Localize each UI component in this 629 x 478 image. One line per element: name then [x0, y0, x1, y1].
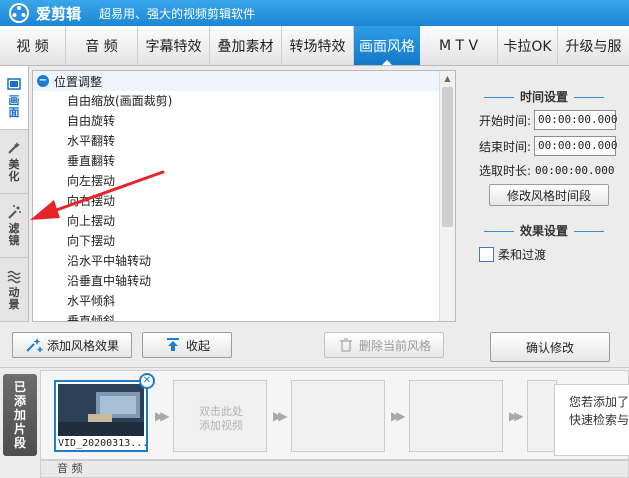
collapse-button[interactable]: 收起: [142, 332, 232, 358]
effect-list-panel: − 位置调整 自由缩放(画面裁剪) 自由旋转 水平翻转 垂直翻转 向左摆动 向右…: [32, 70, 456, 322]
soft-transition-checkbox[interactable]: [479, 247, 494, 262]
effect-item[interactable]: 自由缩放(画面裁剪): [33, 91, 455, 111]
audio-track-label: 音 频: [40, 460, 629, 478]
main-menu-bar: 视 频 音 频 字幕特效 叠加素材 转场特效 画面风格 M T V 卡拉OK 升…: [0, 26, 629, 66]
side-tab-motion-scene[interactable]: 动景: [0, 258, 28, 322]
clip-sequence-arrow-icon: ▶▶: [155, 409, 170, 423]
time-settings-title: 时间设置: [459, 88, 629, 105]
effect-settings-title: 效果设置: [459, 222, 629, 239]
tab-video[interactable]: 视 频: [0, 26, 66, 65]
effect-item[interactable]: 沿垂直中轴转动: [33, 271, 455, 291]
waves-icon: [7, 270, 21, 284]
effect-item[interactable]: 水平倾斜: [33, 291, 455, 311]
side-tab-beautify[interactable]: 美化: [0, 130, 28, 194]
add-style-effect-label: 添加风格效果: [46, 338, 119, 353]
tab-karaoke[interactable]: 卡拉OK: [498, 26, 558, 65]
effect-item[interactable]: 向上摆动: [33, 211, 455, 231]
start-time-label: 开始时间:: [479, 113, 532, 128]
tab-audio[interactable]: 音 频: [66, 26, 138, 65]
clip-sequence-arrow-icon: ▶▶: [509, 409, 524, 423]
empty-clip-slot[interactable]: [409, 380, 503, 452]
effect-item[interactable]: 向右摆动: [33, 191, 455, 211]
duration-value: 00:00:00.000: [535, 164, 615, 177]
added-clips-label: 已添加片段: [13, 380, 26, 450]
clip-file-name: VID_20200313...: [58, 438, 149, 449]
end-time-input[interactable]: 00:00:00.000: [534, 136, 618, 156]
effect-item[interactable]: 沿水平中轴转动: [33, 251, 455, 271]
effect-item[interactable]: 水平翻转: [33, 131, 455, 151]
modify-style-time-button[interactable]: 修改风格时间段: [489, 184, 609, 206]
empty-clip-slot[interactable]: [291, 380, 385, 452]
side-tab-picture[interactable]: 画面: [0, 66, 28, 130]
delete-current-style-label: 删除当前风格: [358, 338, 431, 353]
collapse-label: 收起: [185, 338, 210, 353]
add-magic-icon: [26, 338, 43, 352]
delete-current-style-button[interactable]: 删除当前风格: [324, 332, 444, 358]
clip-item[interactable]: VID_20200313... ✕: [54, 373, 155, 452]
empty-clip-hint: 双击此处 添加视频: [199, 405, 243, 432]
soft-transition-row[interactable]: 柔和过渡: [479, 246, 546, 263]
effect-item[interactable]: 垂直倾斜: [33, 311, 455, 321]
confirm-modify-button[interactable]: 确认修改: [490, 332, 610, 362]
magic-brush-icon: [8, 142, 20, 154]
empty-clip-slot[interactable]: [527, 380, 557, 452]
effect-group-label: 位置调整: [54, 74, 103, 89]
scroll-thumb[interactable]: [442, 87, 453, 227]
end-time-row: 结束时间: 00:00:00.000: [479, 136, 618, 156]
add-style-effect-button[interactable]: 添加风格效果: [12, 332, 132, 358]
tab-subtitle-effects[interactable]: 字幕特效: [138, 26, 210, 65]
effect-item[interactable]: 自由旋转: [33, 111, 455, 131]
soft-transition-label: 柔和过渡: [498, 248, 547, 262]
style-category-tabs: 画面 美化 滤镜 动景: [0, 66, 29, 322]
effect-group-header[interactable]: − 位置调整: [33, 71, 455, 91]
tab-overlay-materials[interactable]: 叠加素材: [210, 26, 282, 65]
effect-item[interactable]: 向左摆动: [33, 171, 455, 191]
end-time-label: 结束时间:: [479, 139, 532, 154]
collapse-minus-icon[interactable]: −: [37, 75, 49, 87]
trash-icon: [339, 338, 352, 352]
title-bar: 爱剪辑 超易用、强大的视频剪辑软件: [0, 0, 629, 26]
remove-clip-close-icon[interactable]: ✕: [139, 373, 155, 389]
side-tab-filter[interactable]: 滤镜: [0, 194, 28, 258]
added-clips-tab[interactable]: 已添加片段: [3, 374, 37, 456]
app-name: 爱剪辑: [36, 4, 82, 23]
tab-upgrade-service[interactable]: 升级与服: [558, 26, 629, 65]
tab-mtv[interactable]: M T V: [420, 26, 498, 65]
side-tab-label: 滤镜: [8, 222, 20, 247]
hint-tooltip: 您若添加了 快速检索与: [554, 384, 629, 456]
effect-item[interactable]: 垂直翻转: [33, 151, 455, 171]
empty-clip-slot[interactable]: 双击此处 添加视频: [173, 380, 267, 452]
clip-thumbnail: [58, 384, 144, 436]
side-tab-label: 动景: [8, 286, 20, 311]
clips-timeline: VID_20200313... ✕ ▶▶ 双击此处 添加视频 ▶▶ ▶▶ ▶▶: [40, 370, 629, 460]
magic-wand-icon: [8, 205, 21, 219]
settings-panel: 时间设置 开始时间: 00:00:00.000 结束时间: 00:00:00.0…: [459, 70, 629, 322]
clip-sequence-arrow-icon: ▶▶: [273, 409, 288, 423]
app-logo-icon: [9, 3, 29, 23]
collapse-arrow-icon: [166, 338, 179, 351]
scroll-up-arrow-icon[interactable]: ▲: [440, 71, 455, 85]
start-time-row: 开始时间: 00:00:00.000: [479, 110, 618, 130]
action-button-row: 添加风格效果 收起 删除当前风格 确认修改: [0, 322, 629, 368]
side-tab-label: 画面: [8, 94, 20, 119]
clip-sequence-arrow-icon: ▶▶: [391, 409, 406, 423]
start-time-input[interactable]: 00:00:00.000: [534, 110, 618, 130]
app-slogan: 超易用、强大的视频剪辑软件: [99, 6, 256, 21]
picture-icon: [7, 78, 21, 90]
clip-thumbnail-image: [58, 384, 144, 436]
effect-item[interactable]: 向下摆动: [33, 231, 455, 251]
tab-transition-effects[interactable]: 转场特效: [282, 26, 354, 65]
duration-row: 选取时长: 00:00:00.000: [479, 162, 615, 179]
side-tab-label: 美化: [8, 158, 20, 183]
list-scrollbar[interactable]: ▲: [439, 71, 455, 321]
tab-picture-style[interactable]: 画面风格: [354, 26, 420, 65]
duration-label: 选取时长:: [479, 164, 532, 178]
